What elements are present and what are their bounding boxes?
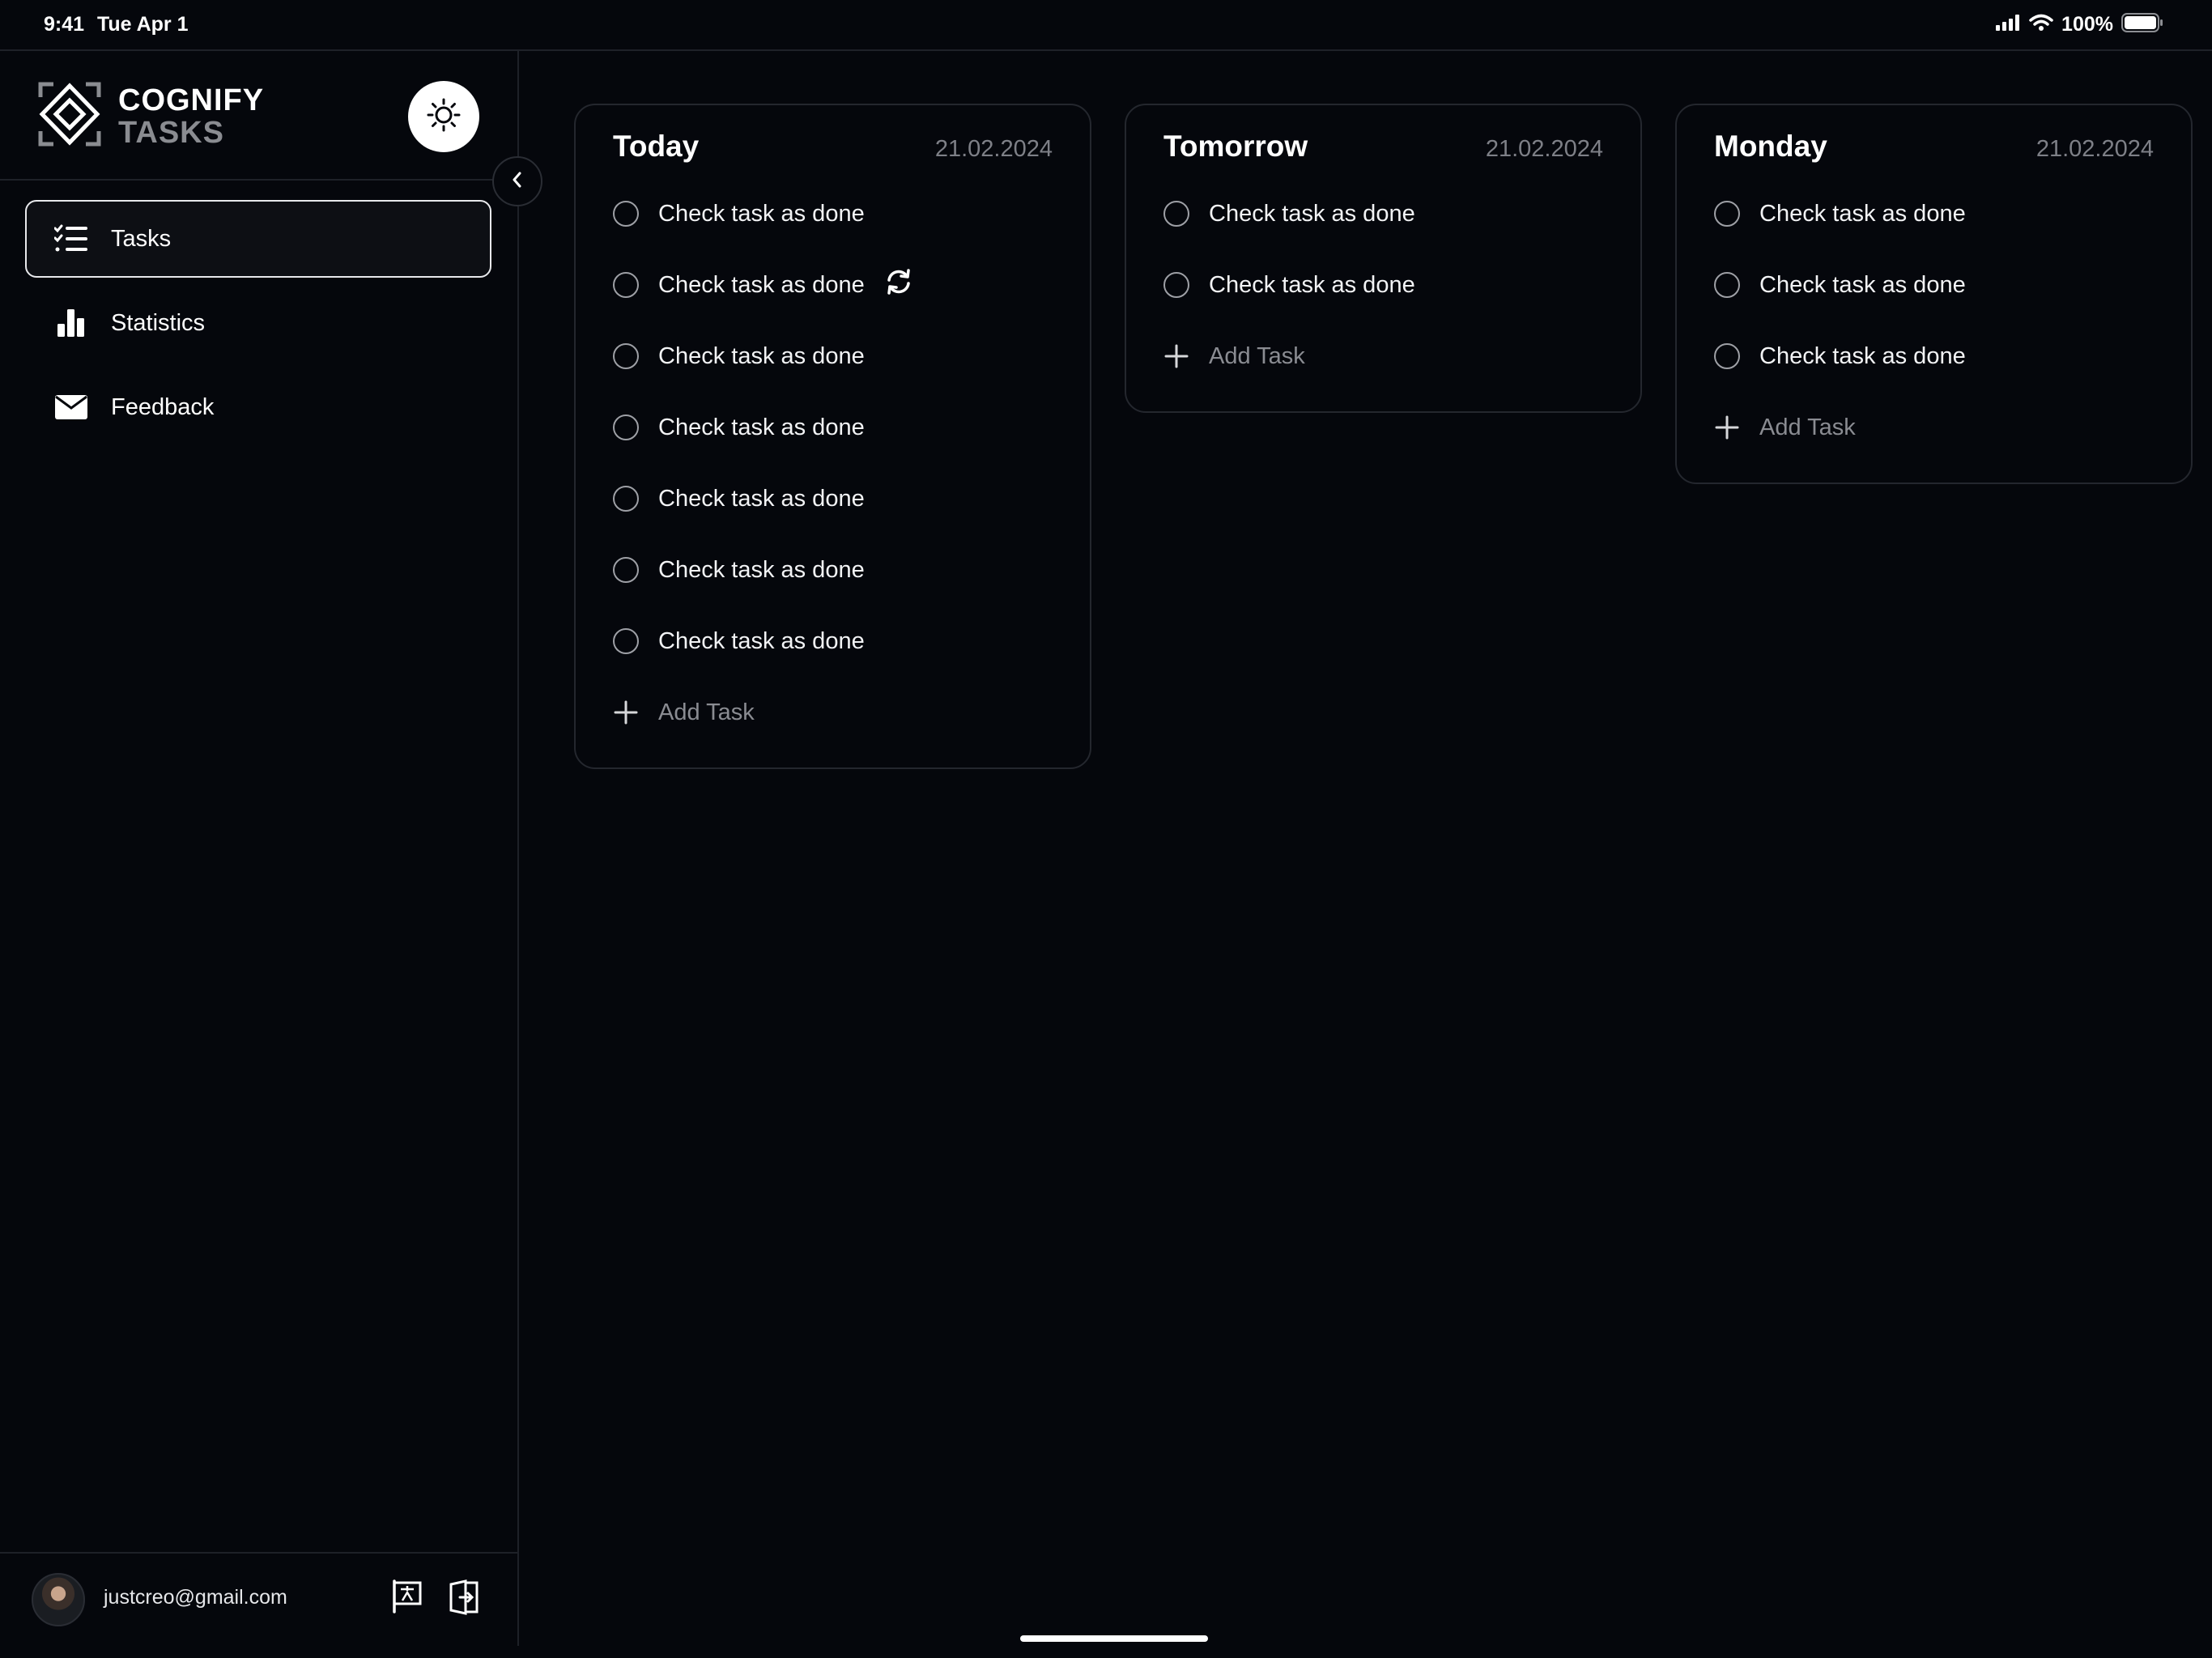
sidebar-divider (0, 179, 519, 181)
add-task-button[interactable]: Add Task (1714, 392, 2154, 463)
column-title: Tomorrow (1163, 130, 1308, 163)
task-checkbox[interactable] (1714, 201, 1740, 227)
logout-door-icon[interactable] (448, 1579, 480, 1619)
task-checkbox[interactable] (1714, 272, 1740, 298)
task-item[interactable]: Check task as done (1714, 249, 2154, 321)
brand-name: COGNIFY (118, 83, 265, 117)
task-checkbox[interactable] (1163, 272, 1189, 298)
recurring-icon (884, 269, 913, 301)
chevron-left-icon (510, 171, 525, 193)
sidebar-item-feedback[interactable]: Feedback (25, 368, 491, 446)
status-bar: 9:41 Tue Apr 1 100% (0, 0, 2212, 51)
status-time: 9:41 (44, 13, 85, 36)
task-label: Check task as done (1759, 271, 1966, 298)
task-item[interactable]: Check task as done (613, 606, 1053, 677)
sun-icon (426, 97, 462, 137)
task-checkbox[interactable] (1163, 201, 1189, 227)
column-title: Monday (1714, 130, 1827, 163)
sidebar-item-label: Statistics (111, 309, 206, 336)
task-item[interactable]: Check task as done (613, 249, 1053, 321)
sidebar-item-statistics[interactable]: Statistics (25, 284, 491, 362)
task-item[interactable]: Check task as done (1163, 178, 1603, 249)
task-item[interactable]: Check task as done (613, 178, 1053, 249)
task-checkbox[interactable] (1714, 343, 1740, 369)
task-label: Check task as done (658, 485, 865, 512)
plus-icon (1163, 343, 1189, 369)
brand[interactable]: COGNIFY TASKS (37, 81, 264, 151)
add-task-button[interactable]: Add Task (613, 677, 1053, 748)
task-item[interactable]: Check task as done (1714, 321, 2154, 392)
task-label: Check task as done (658, 627, 865, 654)
plus-icon (1714, 414, 1740, 440)
task-item[interactable]: Check task as done (613, 392, 1053, 463)
bar-chart-icon (54, 306, 88, 340)
column-title: Today (613, 130, 700, 163)
task-label: Check task as done (658, 200, 865, 227)
day-column-tomorrow: Tomorrow 21.02.2024 Check task as done C… (1125, 104, 1642, 413)
task-label: Check task as done (1209, 200, 1415, 227)
checklist-icon (54, 222, 88, 256)
task-item[interactable]: Check task as done (613, 463, 1053, 534)
battery-percent: 100% (2061, 12, 2113, 36)
sidebar-footer: justcreo@gmail.com (0, 1552, 519, 1646)
task-label: Check task as done (658, 556, 865, 583)
column-date: 21.02.2024 (934, 136, 1053, 162)
sidebar: COGNIFY TASKS Tasks Statistics Feedback … (0, 51, 519, 1646)
sidebar-item-label: Tasks (111, 225, 172, 252)
task-label: Check task as done (1209, 271, 1415, 298)
add-task-button[interactable]: Add Task (1163, 321, 1603, 392)
task-checkbox[interactable] (613, 414, 639, 440)
mail-icon (54, 390, 88, 424)
add-task-label: Add Task (658, 699, 755, 725)
task-label: Check task as done (1759, 342, 1966, 369)
language-flag-icon[interactable] (391, 1579, 423, 1619)
task-label: Check task as done (1759, 200, 1966, 227)
sidebar-item-tasks[interactable]: Tasks (25, 200, 491, 278)
plus-icon (613, 699, 639, 725)
task-checkbox[interactable] (613, 628, 639, 654)
add-task-label: Add Task (1759, 414, 1856, 440)
user-email: justcreo@gmail.com (104, 1586, 287, 1609)
day-column-today: Today 21.02.2024 Check task as done Chec… (574, 104, 1091, 769)
battery-icon (2121, 12, 2163, 36)
add-task-label: Add Task (1209, 342, 1305, 369)
task-label: Check task as done (658, 271, 865, 298)
theme-toggle-button[interactable] (408, 81, 479, 152)
diamond-logo-icon (37, 81, 102, 151)
task-checkbox[interactable] (613, 486, 639, 512)
task-checkbox[interactable] (613, 201, 639, 227)
status-date: Tue Apr 1 (97, 13, 189, 36)
collapse-sidebar-button[interactable] (492, 156, 542, 206)
task-item[interactable]: Check task as done (1714, 178, 2154, 249)
task-checkbox[interactable] (613, 343, 639, 369)
sidebar-nav: Tasks Statistics Feedback (25, 200, 491, 453)
sidebar-item-label: Feedback (111, 393, 215, 420)
task-checkbox[interactable] (613, 557, 639, 583)
avatar[interactable] (32, 1573, 85, 1626)
task-label: Check task as done (658, 342, 865, 369)
task-item[interactable]: Check task as done (613, 321, 1053, 392)
wifi-icon (2029, 14, 2053, 36)
day-column-monday: Monday 21.02.2024 Check task as done Che… (1675, 104, 2193, 484)
task-item[interactable]: Check task as done (1163, 249, 1603, 321)
signal-icon (1995, 14, 2021, 36)
tablet-screen: 9:41 Tue Apr 1 100% COGNIFY TASKS Tasks … (0, 0, 2212, 1658)
task-item[interactable]: Check task as done (613, 534, 1053, 606)
home-indicator[interactable] (1020, 1635, 1208, 1642)
task-label: Check task as done (658, 414, 865, 440)
status-indicators: 100% (1995, 11, 2163, 37)
brand-subtitle: TASKS (118, 115, 224, 150)
column-date: 21.02.2024 (2035, 136, 2154, 162)
task-checkbox[interactable] (613, 272, 639, 298)
column-date: 21.02.2024 (1485, 136, 1603, 162)
